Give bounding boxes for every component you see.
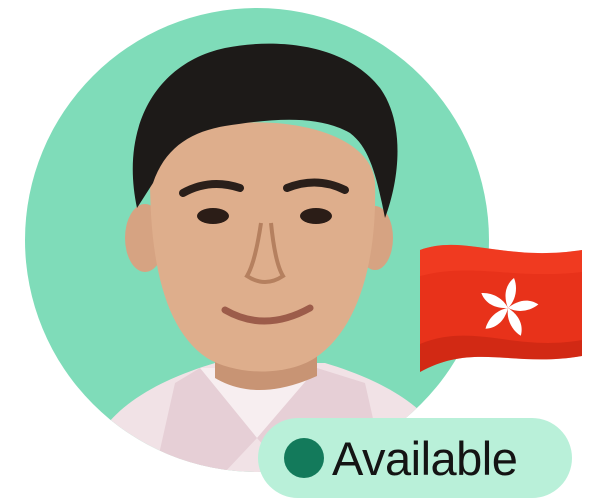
status-dot-icon (284, 438, 324, 478)
status-label: Available (332, 431, 518, 485)
hong-kong-flag-icon (414, 232, 586, 382)
status-badge: Available (258, 418, 572, 498)
profile-card: Available (0, 0, 592, 498)
